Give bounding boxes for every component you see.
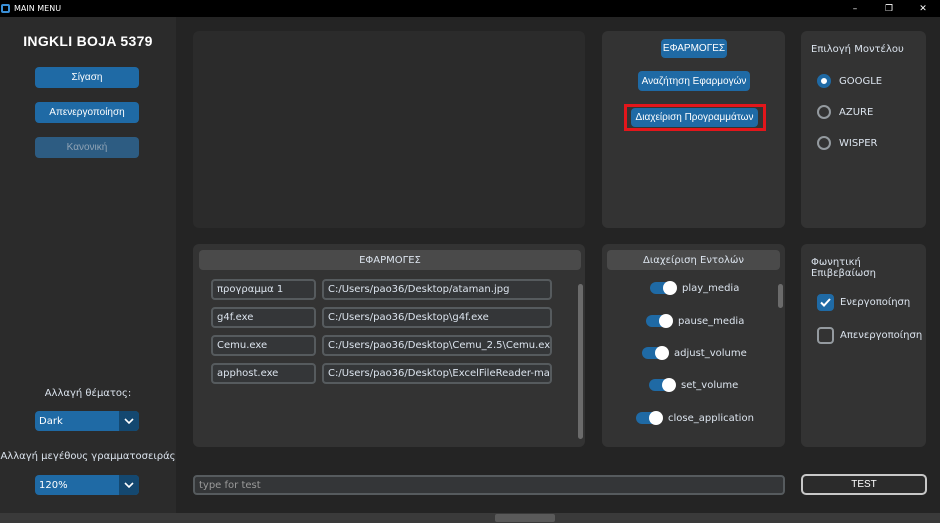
command-toggle-close-application[interactable]: close_application [636,411,754,425]
checkbox[interactable] [817,327,834,344]
window-controls: – ❐ ✕ [838,0,940,17]
model-heading: Επιλογή Μοντέλου [811,44,904,55]
voice-heading: Φωνητική Επιβεβαίωση [811,257,876,279]
restore-button[interactable]: ❐ [872,0,906,17]
radio-button[interactable] [817,74,831,88]
checkbox-label: Απενεργοποίηση [840,330,923,341]
deactivate-button[interactable]: Απενεργοποίηση [35,102,139,123]
model-panel: Επιλογή Μοντέλου GOOGLE AZURE WISPER [801,31,926,228]
command-label: set_volume [681,379,739,391]
app-path-field[interactable]: C:/Users/pao36/Desktop\Cemu_2.5\Cemu.exe [322,335,552,356]
radio-button[interactable] [817,105,831,119]
test-input[interactable]: type for test [193,475,785,495]
commands-scrollbar[interactable] [778,284,783,308]
theme-select[interactable]: Dark [35,411,139,431]
command-toggle-pause-media[interactable]: pause_media [646,314,745,328]
apps-list-heading: ΕΦΑΡΜΟΓΕΣ [199,250,581,270]
checkbox[interactable] [817,294,834,311]
app-path-field[interactable]: C:/Users/pao36/Desktop\ExcelFileReader-m… [322,363,552,384]
voice-confirmation-panel: Φωνητική Επιβεβαίωση Ενεργοποίηση Απενερ… [801,244,926,447]
command-label: play_media [682,282,740,294]
commands-panel: Διαχείριση Εντολών play_media pause_medi… [602,244,785,447]
mute-button[interactable]: Σίγαση [35,67,139,88]
apps-list-panel: ΕΦΑΡΜΟΓΕΣ προγραμμα 1 C:/Users/pao36/Des… [193,244,585,447]
radio-label: AZURE [839,106,874,118]
horizontal-scrollbar[interactable] [495,514,555,522]
toggle-switch[interactable] [636,411,663,425]
app-icon [1,4,10,13]
app-path-field[interactable]: C:/Users/pao36/Desktop\g4f.exe [322,307,552,328]
command-toggle-set-volume[interactable]: set_volume [649,378,739,392]
brand-title: INGKLI BOJA 5379 [23,33,153,49]
radio-wisper[interactable]: WISPER [817,136,877,150]
font-size-select-value: 120% [39,479,68,491]
commands-heading: Διαχείριση Εντολών [607,250,780,270]
chevron-down-icon[interactable] [119,475,139,495]
apps-list-scrollbar[interactable] [578,284,583,439]
checkbox-disable[interactable]: Απενεργοποίηση [817,327,922,344]
close-button[interactable]: ✕ [906,0,940,17]
app-path-field[interactable]: C:/Users/pao36/Desktop/ataman.jpg [322,279,552,300]
checkbox-label: Ενεργοποίηση [840,297,911,308]
taskbar-strip [0,513,940,523]
font-size-label: Αλλαγή μεγέθους γραμματοσειράς [0,451,176,462]
command-label: close_application [668,412,754,424]
toggle-switch[interactable] [646,314,673,328]
command-label: pause_media [678,315,745,327]
command-toggle-adjust-volume[interactable]: adjust_volume [642,346,747,360]
checkbox-enable[interactable]: Ενεργοποίηση [817,294,910,311]
toggle-switch[interactable] [642,346,669,360]
radio-label: GOOGLE [839,75,883,87]
command-toggle-play-media[interactable]: play_media [650,281,740,295]
radio-label: WISPER [839,137,878,149]
font-size-select[interactable]: 120% [35,475,139,495]
sidebar: INGKLI BOJA 5379 Σίγαση Απενεργοποίηση Κ… [0,17,176,513]
checkmark-icon [820,298,831,307]
toggle-switch[interactable] [649,378,676,392]
highlight-box [624,104,766,131]
window-title: MAIN MENU [14,4,62,13]
normal-button[interactable]: Κανονική [35,137,139,158]
radio-button[interactable] [817,136,831,150]
minimize-button[interactable]: – [838,0,872,17]
test-button[interactable]: TEST [801,474,927,495]
window-titlebar: MAIN MENU – ❐ ✕ [0,0,940,17]
radio-google[interactable]: GOOGLE [817,74,882,88]
chevron-down-icon[interactable] [119,411,139,431]
app-name-field[interactable]: Cemu.exe [211,335,316,356]
command-label: adjust_volume [674,347,747,359]
app-name-field[interactable]: apphost.exe [211,363,316,384]
toggle-switch[interactable] [650,281,677,295]
theme-label: Αλλαγή θέματος: [44,388,132,399]
app-name-field[interactable]: προγραμμα 1 [211,279,316,300]
preview-area [193,31,585,228]
radio-azure[interactable]: AZURE [817,105,873,119]
app-name-field[interactable]: g4f.exe [211,307,316,328]
theme-select-value: Dark [39,415,63,427]
search-apps-button[interactable]: Αναζήτηση Εφαρμογών [638,71,750,91]
apps-panel: ΕΦΑΡΜΟΓΕΣ Αναζήτηση Εφαρμογών Διαχείριση… [602,31,785,228]
apps-button[interactable]: ΕΦΑΡΜΟΓΕΣ [661,39,727,58]
